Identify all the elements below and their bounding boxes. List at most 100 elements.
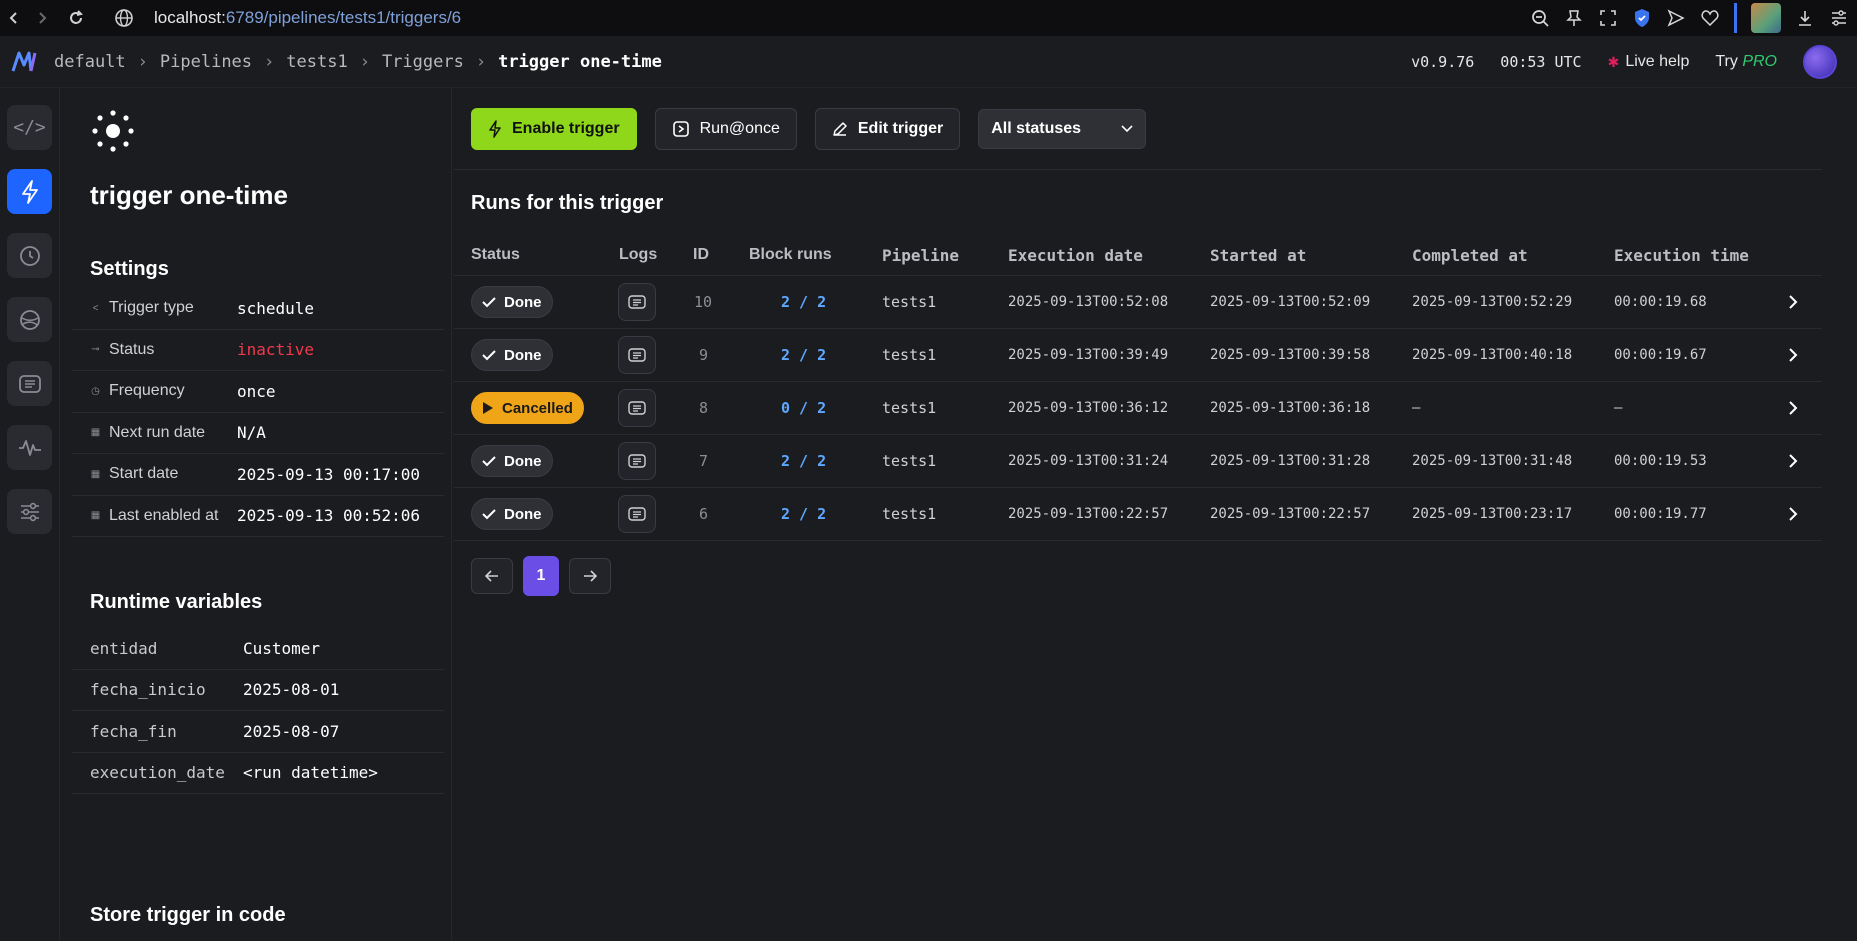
next-page-button[interactable]	[569, 558, 611, 594]
table-row[interactable]: Done 9 2 / 2 tests1 2025-09-13T00:39:49 …	[454, 329, 1822, 382]
url-path: 6789/pipelines/tests1/triggers/6	[225, 8, 462, 27]
logs-button[interactable]	[618, 389, 656, 427]
arrow-left-icon	[485, 570, 498, 582]
started-at: 2025-09-13T00:36:18	[1210, 400, 1371, 416]
enable-trigger-label: Enable trigger	[512, 119, 620, 137]
clock-icon: ◷	[91, 385, 100, 397]
menu-icon[interactable]	[1829, 8, 1849, 28]
status-badge: Done	[471, 445, 553, 477]
block-runs-link[interactable]: 2 / 2	[781, 293, 826, 311]
arrow-right-icon	[584, 570, 597, 582]
table-row[interactable]: Done 10 2 / 2 tests1 2025-09-13T00:52:08…	[454, 276, 1822, 329]
screenshot-icon[interactable]	[1598, 8, 1618, 28]
runs-table: Status Logs ID Block runs Pipeline Execu…	[454, 234, 1822, 541]
run-once-button[interactable]: Run@once	[654, 107, 797, 150]
zoom-out-icon[interactable]	[1530, 8, 1550, 28]
edit-trigger-button[interactable]: Edit trigger	[814, 107, 961, 150]
logs-button[interactable]	[618, 283, 656, 321]
url-host: localhost:	[154, 8, 226, 27]
status-badge: Cancelled	[471, 392, 584, 424]
address-bar[interactable]: localhost:6789/pipelines/tests1/triggers…	[154, 8, 461, 28]
run-once-icon	[672, 120, 689, 137]
execution-date: 2025-09-13T00:22:57	[1008, 506, 1169, 522]
calendar-icon: ▦	[90, 510, 101, 522]
status-label: Done	[504, 452, 542, 470]
nav-logs-button[interactable]	[7, 361, 52, 406]
breadcrumb-pipelines[interactable]: Pipelines	[160, 52, 252, 72]
variable-value: Customer	[243, 638, 321, 658]
table-row[interactable]: Done 6 2 / 2 tests1 2025-09-13T00:22:57 …	[454, 488, 1822, 541]
chevron-right-icon[interactable]	[1788, 400, 1798, 416]
chevron-right-icon[interactable]	[1788, 294, 1798, 310]
block-runs-link[interactable]: 0 / 2	[781, 399, 826, 417]
chevron-right-icon[interactable]	[1788, 453, 1798, 469]
chevron-right-icon[interactable]	[1788, 506, 1798, 522]
profile-icon[interactable]	[1751, 3, 1781, 33]
slack-icon: ✱	[1607, 53, 1620, 70]
nav-triggers-button[interactable]	[7, 169, 52, 214]
breadcrumb-triggers[interactable]: Triggers	[382, 52, 464, 72]
breadcrumb-default[interactable]: default	[54, 52, 126, 72]
execution-time: 00:00:19.67	[1614, 347, 1707, 363]
status-value: inactive	[237, 340, 315, 360]
app-header: default › Pipelines › tests1 › Triggers …	[0, 36, 1857, 88]
logs-icon	[628, 295, 646, 309]
check-icon	[482, 297, 496, 308]
pagination: 1	[471, 556, 611, 596]
execution-time: 00:00:19.53	[1614, 453, 1707, 469]
nav-backfills-button[interactable]	[7, 297, 52, 342]
settings-row: ▦ Next run date N/A	[72, 413, 444, 454]
table-row[interactable]: Done 7 2 / 2 tests1 2025-09-13T00:31:24 …	[454, 435, 1822, 488]
lightning-icon	[21, 179, 38, 204]
pin-icon[interactable]	[1564, 8, 1584, 28]
chevron-right-icon[interactable]	[1788, 347, 1798, 363]
nav-code-button[interactable]: </>	[7, 105, 52, 150]
completed-at: 2025-09-13T00:23:17	[1412, 506, 1573, 522]
run-id: 7	[699, 452, 709, 470]
breadcrumb-pipeline[interactable]: tests1	[286, 52, 347, 72]
reload-icon[interactable]	[62, 4, 90, 32]
settings-table: < Trigger type schedule ⊸ Status inactive …	[72, 288, 444, 537]
try-pro-button[interactable]: Try PRO	[1715, 53, 1777, 71]
avatar[interactable]	[1803, 45, 1837, 79]
chevron-right-icon: ›	[359, 51, 370, 72]
nav-monitor-button[interactable]	[7, 425, 52, 470]
page-button-current[interactable]: 1	[523, 556, 559, 596]
sun-icon	[90, 108, 136, 159]
logs-button[interactable]	[618, 495, 656, 533]
pipeline-name: tests1	[882, 399, 937, 417]
breadcrumb: default › Pipelines › tests1 › Triggers …	[54, 52, 662, 72]
block-runs-link[interactable]: 2 / 2	[781, 346, 826, 364]
lightning-icon	[489, 119, 501, 138]
send-icon[interactable]	[1666, 8, 1686, 28]
enable-trigger-button[interactable]: Enable trigger	[471, 107, 637, 150]
chevron-right-icon: ›	[137, 51, 148, 72]
breadcrumb-current: trigger one-time	[498, 51, 662, 72]
calendar-icon: ▦	[90, 468, 101, 480]
live-help-button[interactable]: ✱ Live help	[1608, 53, 1690, 71]
store-trigger-heading: Store trigger in code	[90, 904, 286, 926]
download-icon[interactable]	[1795, 8, 1815, 28]
nav-settings-button[interactable]	[7, 489, 52, 534]
forward-icon[interactable]	[28, 4, 56, 32]
previous-page-button[interactable]	[471, 558, 513, 594]
logs-button[interactable]	[618, 336, 656, 374]
logs-button[interactable]	[618, 442, 656, 480]
logs-icon	[628, 401, 646, 415]
heart-icon[interactable]	[1700, 8, 1720, 28]
back-icon[interactable]	[0, 4, 28, 32]
globe-icon	[110, 4, 138, 32]
mage-logo-icon[interactable]	[4, 36, 44, 88]
status-filter-select[interactable]: All statuses	[978, 108, 1147, 149]
logs-icon	[628, 454, 646, 468]
column-header: Status	[471, 246, 520, 263]
shield-icon[interactable]	[1632, 8, 1652, 28]
nav-runs-button[interactable]	[7, 233, 52, 278]
pipeline-name: tests1	[882, 293, 937, 311]
execution-date: 2025-09-13T00:39:49	[1008, 347, 1169, 363]
block-runs-link[interactable]: 2 / 2	[781, 505, 826, 523]
status-filter-value: All statuses	[991, 119, 1082, 137]
execution-time: 00:00:19.77	[1614, 506, 1707, 522]
block-runs-link[interactable]: 2 / 2	[781, 452, 826, 470]
table-row[interactable]: Cancelled 8 0 / 2 tests1 2025-09-13T00:3…	[454, 382, 1822, 435]
